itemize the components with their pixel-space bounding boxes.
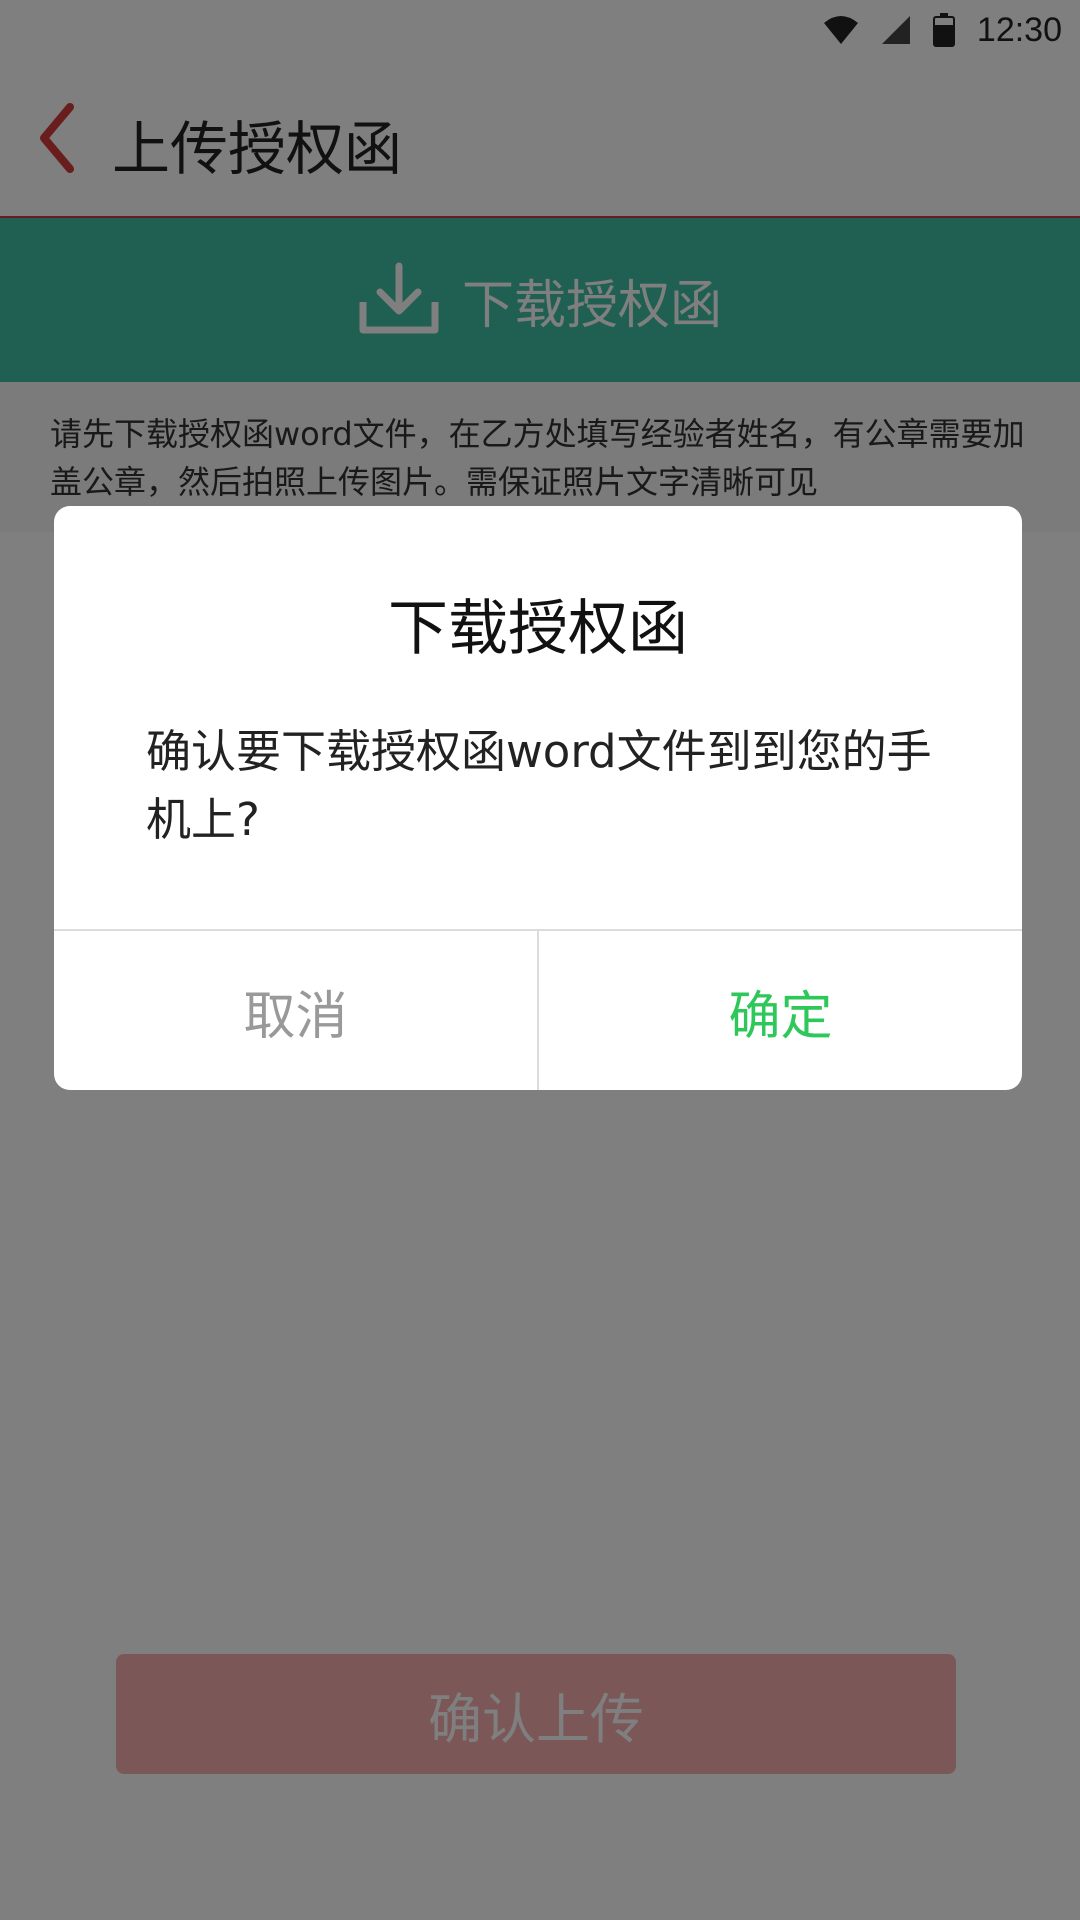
app-screen: 12:30 上传授权函 下载授权函 请先下载授权函word文件，在乙方处填写经验…	[0, 0, 1080, 1920]
ok-button[interactable]: 确定	[539, 931, 1022, 1090]
dialog-actions: 取消 确定	[54, 929, 1022, 1090]
download-confirm-dialog: 下载授权函 确认要下载授权函word文件到到您的手机上? 取消 确定	[54, 506, 1022, 1090]
cancel-button[interactable]: 取消	[54, 931, 539, 1090]
dialog-title: 下载授权函	[388, 594, 688, 664]
dialog-message: 确认要下载授权函word文件到到您的手机上?	[146, 725, 932, 846]
